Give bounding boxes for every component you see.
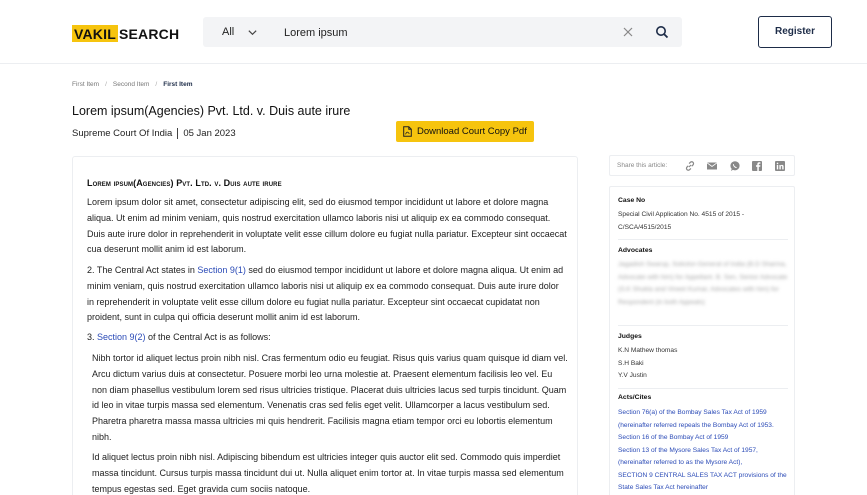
logo-highlight: VAKIL xyxy=(72,25,118,42)
act-citation-link[interactable]: Section 16 of the Bombay Act of 1959 xyxy=(618,432,790,445)
judgment-article: Lorem ipsum(Agencies) Pvt. Ltd. v. Duis … xyxy=(72,156,578,495)
breadcrumb-item[interactable]: First Item xyxy=(72,81,99,88)
breadcrumb-separator: / xyxy=(155,81,158,88)
facebook-icon[interactable] xyxy=(751,160,763,172)
acts-label: Acts/Cites xyxy=(618,394,652,401)
vakilsearch-logo[interactable]: VAKIL SEARCH xyxy=(72,25,179,42)
section-link[interactable]: Section 9(1) xyxy=(197,265,246,275)
act-citation-link[interactable]: Section 13 of the Mysore Sales Tax Act o… xyxy=(618,445,790,470)
search-category-label[interactable]: All xyxy=(222,26,234,38)
case-info-panel: Case No Special Civil Application No. 45… xyxy=(609,186,795,495)
paragraph-text: of the Central Act is as follows: xyxy=(145,332,271,342)
divider xyxy=(618,388,788,389)
breadcrumb: First Item / Second Item / First Item xyxy=(72,81,192,88)
breadcrumb-current: First Item xyxy=(163,81,193,88)
breadcrumb-separator: / xyxy=(105,81,107,88)
page-title: Lorem ipsum(Agencies) Pvt. Ltd. v. Duis … xyxy=(72,104,351,118)
pdf-file-icon xyxy=(403,126,412,137)
divider xyxy=(618,325,788,326)
link-icon[interactable] xyxy=(684,160,696,172)
top-header: VAKIL SEARCH All Register xyxy=(0,0,867,64)
act-citation-link[interactable]: Section 76(a) of the Bombay Sales Tax Ac… xyxy=(618,407,790,432)
meta-divider xyxy=(177,128,179,139)
paragraph-text: 2. The Central Act states in xyxy=(87,265,198,275)
whatsapp-icon[interactable] xyxy=(729,160,741,172)
judge-name: Y.V Justin xyxy=(618,372,647,379)
chevron-down-icon[interactable] xyxy=(247,27,258,38)
judge-name: S.H Baki xyxy=(618,359,644,367)
register-button[interactable]: Register xyxy=(758,16,832,48)
section-link[interactable]: Section 9(2) xyxy=(97,332,146,342)
article-paragraph: Lorem ipsum dolor sit amet, consectetur … xyxy=(87,197,567,255)
case-no-value: Special Civil Application No. 4515 of 20… xyxy=(618,211,745,231)
logo-text: SEARCH xyxy=(118,25,180,42)
breadcrumb-item[interactable]: Second Item xyxy=(113,81,150,88)
mail-icon[interactable] xyxy=(706,160,718,172)
download-pdf-button[interactable]: Download Court Copy Pdf xyxy=(396,121,534,142)
linkedin-icon[interactable] xyxy=(774,160,786,172)
advocates-value: Jagadish Swarup, Solicitor-General of In… xyxy=(618,261,788,306)
judge-name: K.N Mathew thomas xyxy=(618,347,678,354)
case-no-label: Case No xyxy=(618,197,646,204)
paragraph-text: 3. xyxy=(87,332,98,342)
act-citation-link[interactable]: SECTION 9 CENTRAL SALES TAX ACT provisio… xyxy=(618,470,790,495)
search-input[interactable] xyxy=(284,25,604,40)
quoted-paragraph: Id aliquet lectus proin nibh nisl. Adipi… xyxy=(92,452,564,494)
download-pdf-label: Download Court Copy Pdf xyxy=(417,126,527,137)
quoted-paragraph: Nibh tortor id aliquet lectus proin nibh… xyxy=(92,353,568,442)
judges-label: Judges xyxy=(618,333,642,340)
close-icon[interactable] xyxy=(622,26,634,38)
share-label: Share this article: xyxy=(617,162,668,169)
article-heading: Lorem ipsum(Agencies) Pvt. Ltd. v. Duis … xyxy=(87,178,282,188)
case-date: 05 Jan 2023 xyxy=(183,128,236,139)
share-bar: Share this article: xyxy=(609,155,795,176)
divider xyxy=(618,239,788,240)
advocates-label: Advocates xyxy=(618,247,653,254)
article-paragraph: 2. The Central Act states in Section 9(1… xyxy=(87,263,567,326)
search-bar: All xyxy=(203,17,682,47)
case-meta: Supreme Court Of India 05 Jan 2023 xyxy=(72,128,236,139)
article-paragraph: 3. Section 9(2) of the Central Act is as… xyxy=(87,330,567,346)
search-icon[interactable] xyxy=(655,25,669,39)
court-name: Supreme Court Of India xyxy=(72,128,173,139)
